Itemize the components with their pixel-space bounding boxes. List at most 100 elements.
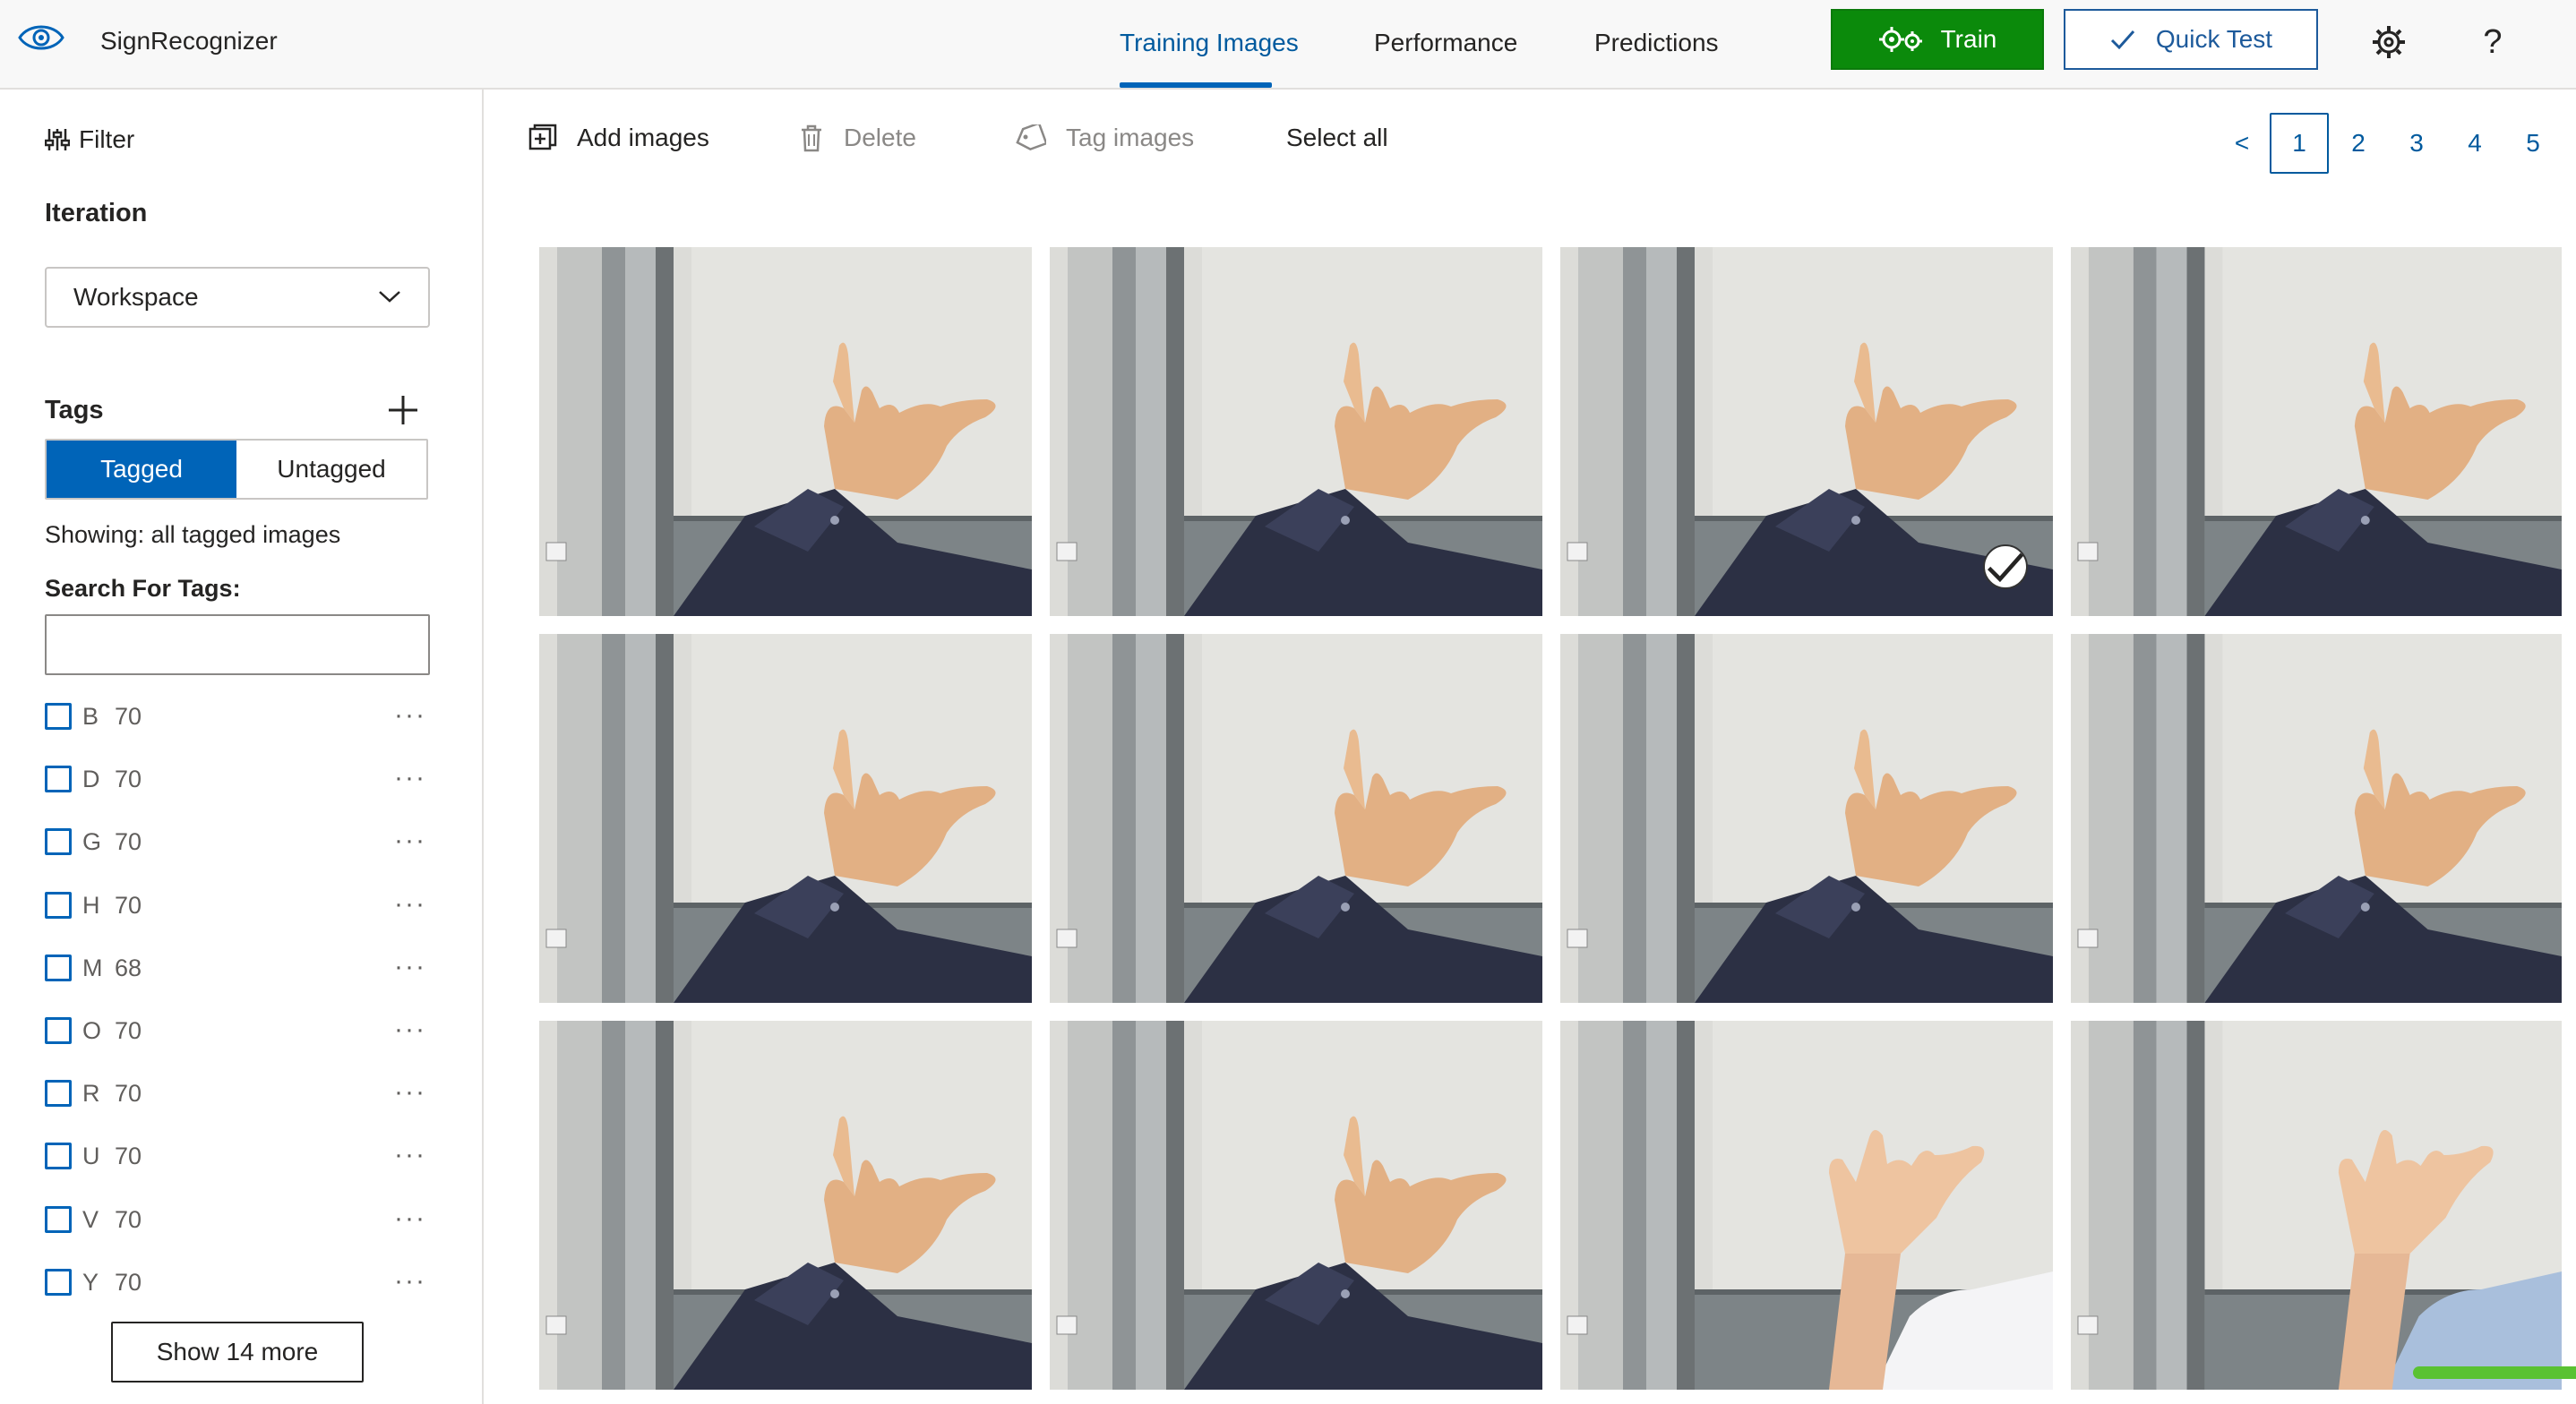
training-image-thumbnail[interactable] — [1050, 1021, 1542, 1390]
tag-row-u: U 70 ··· — [45, 1138, 430, 1174]
tag-count: 70 — [115, 1016, 142, 1044]
tag-row-y: Y 70 ··· — [45, 1264, 430, 1300]
tag-more-options-icon[interactable]: ··· — [394, 952, 426, 982]
page-1-button[interactable]: 1 — [2270, 113, 2329, 174]
tag-name: H — [82, 891, 100, 919]
tag-row-b: B 70 ··· — [45, 698, 430, 734]
training-image-thumbnail[interactable] — [539, 247, 1032, 616]
training-image-thumbnail[interactable] — [539, 634, 1032, 1003]
train-button-label: Train — [1940, 25, 1997, 53]
training-image-thumbnail[interactable] — [2071, 247, 2562, 616]
tag-checkbox[interactable] — [45, 766, 72, 792]
show-more-button[interactable]: Show 14 more — [111, 1322, 364, 1383]
tag-more-options-icon[interactable]: ··· — [394, 1266, 426, 1297]
tag-checkbox[interactable] — [45, 955, 72, 981]
tag-row-h: H 70 ··· — [45, 887, 430, 923]
tag-name: D — [82, 765, 100, 792]
tag-row-m: M 68 ··· — [45, 950, 430, 986]
chevron-down-icon — [379, 291, 400, 303]
tag-images-label: Tag images — [1066, 124, 1195, 151]
help-glyph: ? — [2483, 22, 2503, 61]
training-image-thumbnail[interactable] — [1050, 247, 1542, 616]
tag-count: 70 — [115, 765, 142, 792]
tag-name: G — [82, 827, 102, 855]
tag-checkbox[interactable] — [45, 892, 72, 919]
tag-more-options-icon[interactable]: ··· — [394, 826, 426, 856]
prev-page-button[interactable]: < — [2212, 113, 2271, 174]
tag-count: 68 — [115, 954, 142, 981]
page-2-button[interactable]: 2 — [2329, 113, 2388, 174]
tag-row-v: V 70 ··· — [45, 1202, 430, 1237]
training-image-thumbnail[interactable] — [1050, 634, 1542, 1003]
add-image-icon — [528, 124, 557, 150]
train-button[interactable]: Train — [1831, 9, 2044, 70]
select-all-button[interactable]: Select all — [1286, 124, 1388, 152]
tag-name: U — [82, 1142, 100, 1169]
tag-count: 70 — [115, 827, 142, 855]
tag-more-options-icon[interactable]: ··· — [394, 1140, 426, 1170]
tag-row-d: D 70 ··· — [45, 761, 430, 797]
selected-check-icon[interactable] — [1983, 544, 2028, 589]
app-root: SignRecognizer Training Images Performan… — [0, 0, 2576, 1404]
training-image-thumbnail[interactable] — [1560, 247, 2053, 616]
tag-count: 70 — [115, 702, 142, 730]
training-image-thumbnail[interactable] — [1560, 634, 2053, 1003]
checkmark-icon — [2110, 30, 2135, 50]
untagged-toggle[interactable]: Untagged — [236, 441, 426, 498]
tag-row-o: O 70 ··· — [45, 1013, 430, 1049]
tag-name: O — [82, 1016, 102, 1044]
eye-logo-icon[interactable] — [16, 20, 66, 56]
tag-checkbox[interactable] — [45, 828, 72, 855]
search-tags-label: Search For Tags: — [45, 575, 241, 602]
quick-test-button-label: Quick Test — [2155, 25, 2273, 53]
settings-gear-icon[interactable] — [2370, 23, 2408, 61]
filter-button[interactable]: Filter — [45, 125, 134, 154]
tag-images-button[interactable]: Tag images — [1014, 124, 1194, 152]
gears-icon — [1878, 27, 1922, 52]
tag-more-options-icon[interactable]: ··· — [394, 889, 426, 920]
help-icon[interactable]: ? — [2474, 23, 2512, 61]
training-image-thumbnail[interactable] — [2071, 1021, 2562, 1390]
tag-name: B — [82, 702, 99, 730]
filter-label: Filter — [79, 125, 135, 153]
page-5-button[interactable]: 5 — [2503, 113, 2563, 174]
app-title[interactable]: SignRecognizer — [100, 27, 278, 56]
tag-checkbox[interactable] — [45, 703, 72, 730]
training-image-thumbnail[interactable] — [1560, 1021, 2053, 1390]
training-image-thumbnail[interactable] — [539, 1021, 1032, 1390]
tags-heading: Tags — [45, 396, 104, 424]
upload-progress-bar — [2413, 1366, 2576, 1379]
tag-count: 70 — [115, 1205, 142, 1233]
tag-more-options-icon[interactable]: ··· — [394, 1203, 426, 1234]
add-images-button[interactable]: Add images — [528, 124, 709, 152]
iteration-heading: Iteration — [45, 199, 148, 227]
tag-count: 70 — [115, 1142, 142, 1169]
tag-more-options-icon[interactable]: ··· — [394, 1077, 426, 1108]
page-4-button[interactable]: 4 — [2445, 113, 2504, 174]
top-header: SignRecognizer Training Images Performan… — [0, 0, 2576, 90]
tab-training-images[interactable]: Training Images — [1120, 29, 1299, 57]
tag-checkbox[interactable] — [45, 1017, 72, 1044]
quick-test-button[interactable]: Quick Test — [2064, 9, 2318, 70]
search-tags-input[interactable] — [45, 614, 430, 675]
tag-checkbox[interactable] — [45, 1080, 72, 1107]
tag-checkbox[interactable] — [45, 1206, 72, 1233]
tab-predictions[interactable]: Predictions — [1594, 29, 1719, 57]
tagged-toggle[interactable]: Tagged — [47, 441, 236, 498]
iteration-dropdown[interactable]: Workspace — [45, 267, 430, 328]
tag-icon — [1016, 124, 1046, 151]
trash-icon — [802, 124, 821, 152]
tab-performance[interactable]: Performance — [1374, 29, 1517, 57]
tag-more-options-icon[interactable]: ··· — [394, 763, 426, 793]
active-tab-indicator — [1120, 82, 1272, 88]
tag-more-options-icon[interactable]: ··· — [394, 700, 426, 731]
tag-name: V — [82, 1205, 99, 1233]
tag-more-options-icon[interactable]: ··· — [394, 1014, 426, 1045]
tag-checkbox[interactable] — [45, 1269, 72, 1296]
page-3-button[interactable]: 3 — [2387, 113, 2446, 174]
add-tag-plus-icon[interactable] — [385, 392, 421, 428]
tag-count: 70 — [115, 1268, 142, 1296]
delete-button[interactable]: Delete — [799, 124, 916, 152]
tag-checkbox[interactable] — [45, 1143, 72, 1169]
training-image-thumbnail[interactable] — [2071, 634, 2562, 1003]
